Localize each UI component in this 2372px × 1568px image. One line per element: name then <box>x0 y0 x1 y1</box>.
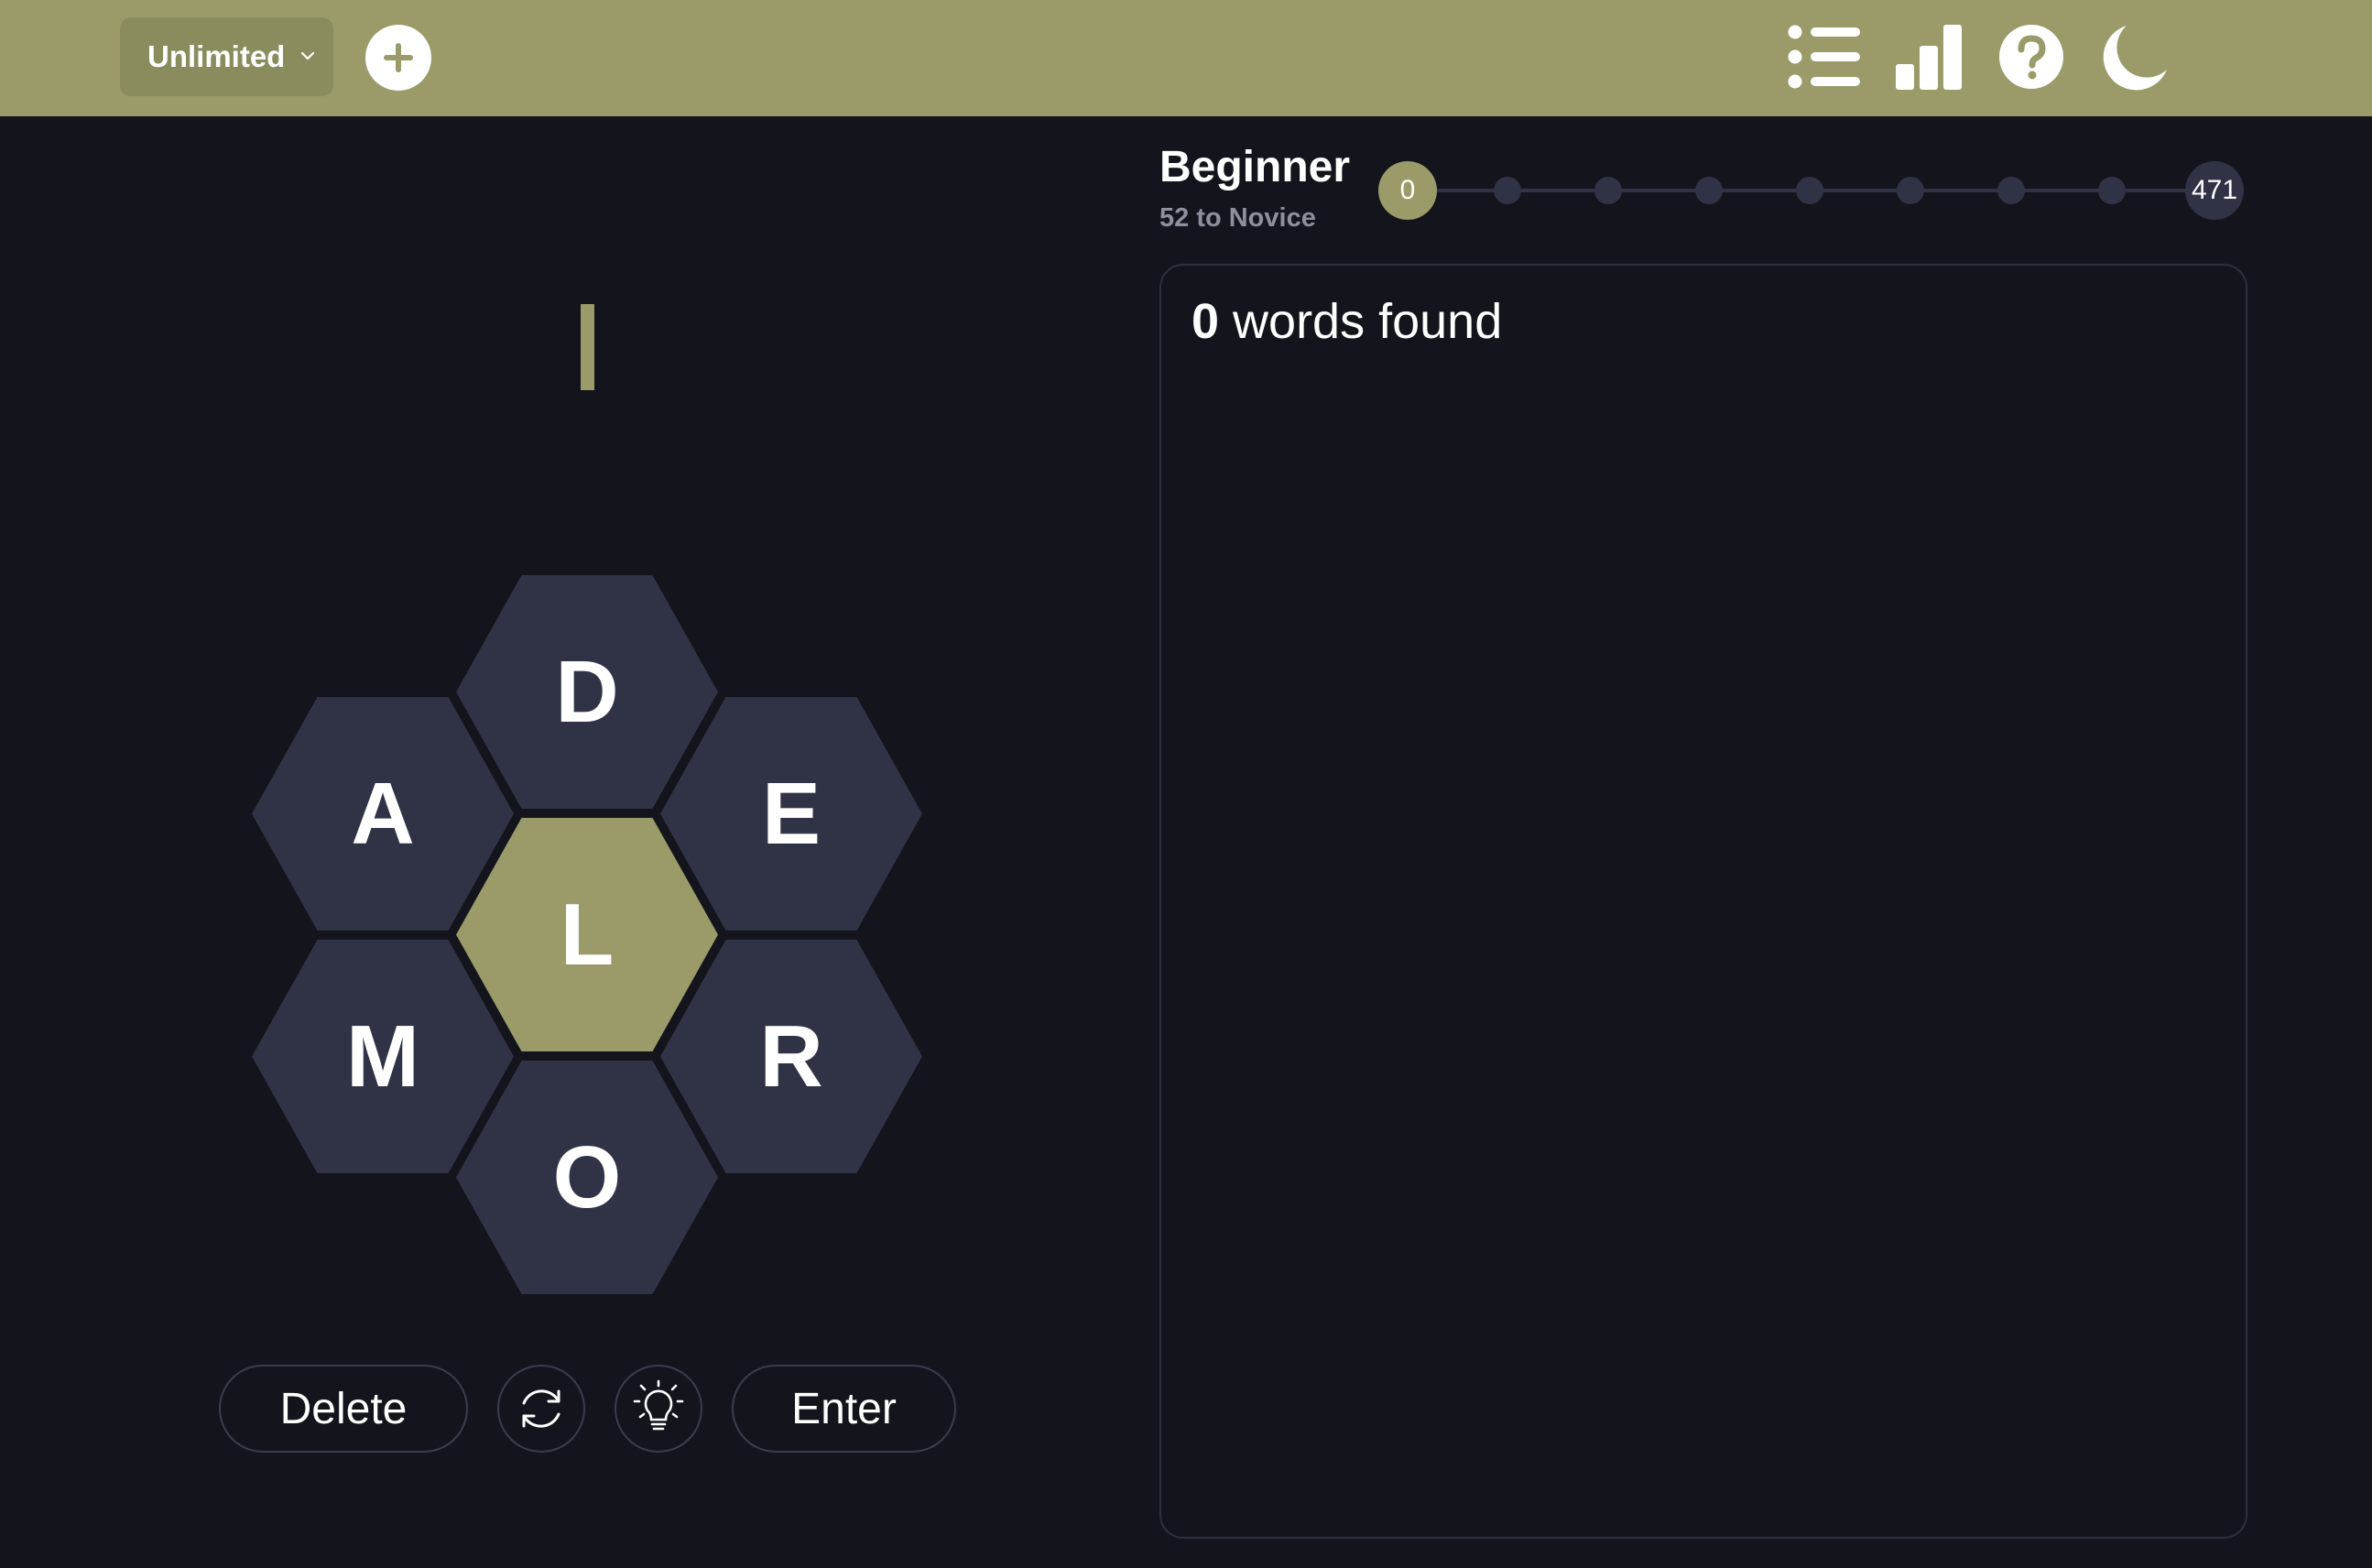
chevron-down-icon <box>300 51 315 60</box>
mode-select[interactable]: Unlimited <box>120 17 333 96</box>
delete-button-label: Delete <box>279 1384 408 1433</box>
hex-tile-top[interactable]: D <box>456 575 718 809</box>
hex-tile-lower-right[interactable]: R <box>660 940 922 1173</box>
words-found-number: 0 <box>1191 294 1220 349</box>
progress-milestone <box>1997 177 2025 204</box>
hex-tile-upper-right[interactable]: E <box>660 697 922 931</box>
progress-milestone <box>1796 177 1823 204</box>
max-score-badge: 471 <box>2185 161 2244 220</box>
hex-tile-lower-left[interactable]: M <box>252 940 514 1173</box>
hint-button[interactable] <box>615 1365 702 1453</box>
hex-tile-bottom[interactable]: O <box>456 1061 718 1294</box>
hex-tile-upper-left[interactable]: A <box>252 697 514 931</box>
letter: D <box>555 642 619 741</box>
current-score: 0 <box>1399 175 1416 205</box>
rank-title: Beginner <box>1159 143 1351 191</box>
progress-milestone <box>1897 177 1924 204</box>
words-found-label: words found <box>1219 294 1503 349</box>
letter: L <box>560 885 615 984</box>
question-circle-icon[interactable] <box>1998 24 2064 90</box>
delete-button[interactable]: Delete <box>219 1365 468 1453</box>
mode-select-label: Unlimited <box>147 39 286 73</box>
rank-subtitle: 52 to Novice <box>1159 203 1316 233</box>
current-score-badge: 0 <box>1378 161 1437 220</box>
progress-milestone <box>1695 177 1723 204</box>
shuffle-icon <box>522 1389 560 1428</box>
words-found-count: 0 words found <box>1191 293 1502 350</box>
progress-milestone <box>2098 177 2126 204</box>
rank-progress-bar: 0 471 <box>1378 161 2244 220</box>
top-bar: Unlimited <box>0 0 2372 116</box>
list-icon[interactable] <box>1787 24 1862 90</box>
progress-milestone <box>1594 177 1622 204</box>
letter: A <box>351 764 415 863</box>
plus-circle-icon <box>384 43 413 72</box>
enter-button-label: Enter <box>791 1384 897 1433</box>
progress-milestone <box>1494 177 1521 204</box>
enter-button[interactable]: Enter <box>732 1365 956 1453</box>
bar-chart-icon[interactable] <box>1895 24 1963 90</box>
letter: E <box>761 764 821 863</box>
hex-tile-center[interactable]: L <box>456 818 718 1051</box>
letter: O <box>552 1127 622 1226</box>
max-score: 471 <box>2191 175 2238 205</box>
letter: R <box>759 1007 823 1105</box>
text-cursor <box>581 304 594 390</box>
found-words-panel: 0 words found <box>1159 264 2247 1539</box>
shuffle-button[interactable] <box>497 1365 585 1453</box>
new-puzzle-button[interactable] <box>365 25 431 91</box>
moon-icon[interactable] <box>2097 24 2169 92</box>
lightbulb-icon <box>633 1379 684 1431</box>
letter: M <box>346 1007 419 1105</box>
